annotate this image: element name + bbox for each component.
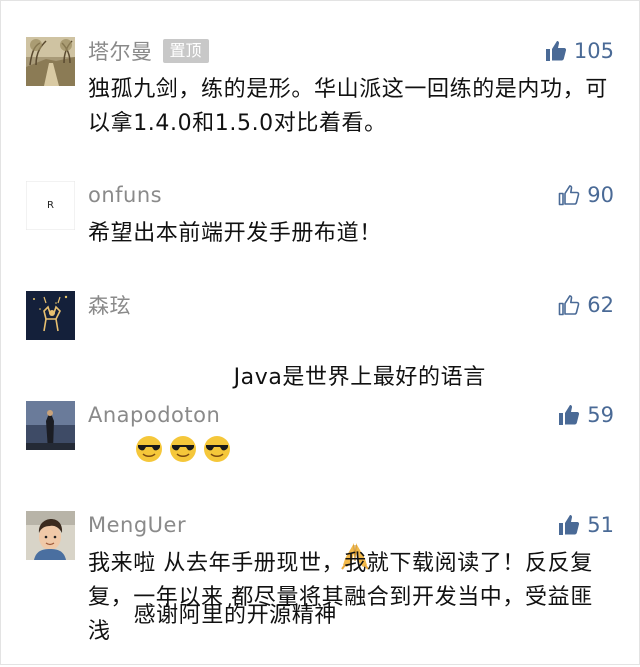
sunglasses-face-emoji — [202, 366, 232, 462]
emoji-group — [134, 366, 232, 462]
like-count: 62 — [587, 293, 614, 317]
comment-header: 塔尔曼 置顶 — [88, 37, 209, 65]
pinned-badge: 置顶 — [162, 39, 209, 63]
folded-hands-emoji — [339, 471, 371, 570]
comment-author[interactable]: 塔尔曼 — [88, 36, 153, 66]
thumbs-up-filled-icon — [557, 403, 581, 427]
thumbs-up-outline-icon — [557, 293, 581, 317]
comment-header: onfuns — [88, 181, 162, 209]
sunglasses-face-emoji — [168, 366, 198, 462]
comment-author[interactable]: MengUer — [88, 513, 186, 537]
thumbs-up-filled-icon — [557, 513, 581, 537]
comment-header: Anapodoton — [88, 401, 220, 429]
comment-header: 森玹 — [88, 291, 131, 319]
comment-author[interactable]: 森玹 — [88, 290, 131, 320]
comment-header: MengUer — [88, 511, 186, 539]
avatar[interactable] — [26, 511, 75, 560]
comment-text: 希望出本前端开发手册布道！ — [88, 221, 382, 246]
avatar[interactable] — [26, 401, 75, 450]
like-count: 105 — [573, 39, 614, 63]
comment-author[interactable]: Anapodoton — [88, 403, 220, 427]
thumbs-up-outline-icon — [557, 183, 581, 207]
avatar[interactable]: R — [26, 181, 75, 230]
comment-text: 我来啦 从去年手册现世，我就下载阅读了！反反复复，一年以来 都尽量将其融合到开发… — [88, 551, 593, 644]
like-button[interactable]: 51 — [557, 511, 614, 539]
sunglasses-face-emoji — [134, 366, 164, 462]
comment-author[interactable]: onfuns — [88, 183, 162, 207]
like-button[interactable]: 105 — [544, 37, 614, 65]
comment-list: 塔尔曼 置顶 105 独孤九剑，练的是形。华山派这一回练的是内功，可以拿1.4.… — [0, 0, 640, 665]
thumbs-up-filled-icon — [544, 39, 568, 63]
like-count: 51 — [587, 513, 614, 537]
like-count: 90 — [587, 183, 614, 207]
comment-text: 独孤九剑，练的是形。华山派这一回练的是内功，可以拿1.4.0和1.5.0对比着看… — [88, 77, 608, 136]
like-count: 59 — [587, 403, 614, 427]
like-button[interactable]: 59 — [557, 401, 614, 429]
avatar[interactable] — [26, 291, 75, 340]
like-button[interactable]: 90 — [557, 181, 614, 209]
comment-text: Java是世界上最好的语言 — [233, 365, 486, 390]
avatar[interactable] — [26, 37, 75, 86]
avatar-letter: R — [47, 200, 54, 211]
like-button[interactable]: 62 — [557, 291, 614, 319]
